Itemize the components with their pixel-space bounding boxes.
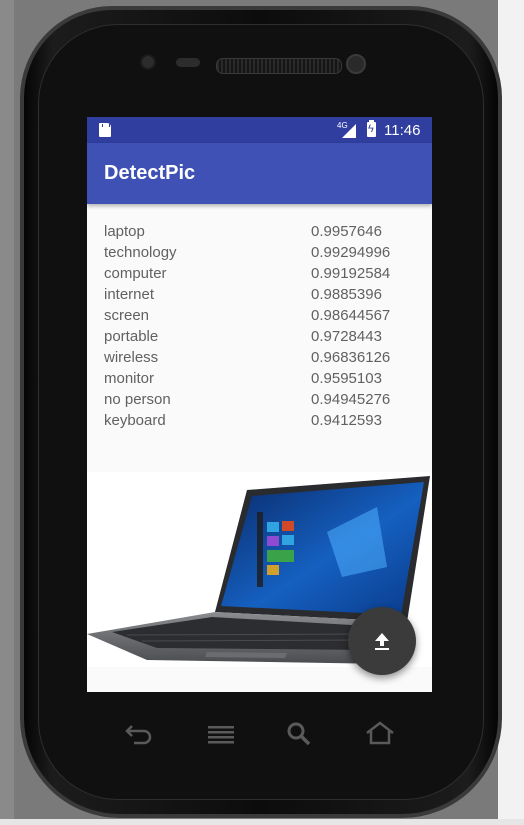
proximity-sensor: [142, 56, 154, 68]
result-label: monitor: [104, 370, 155, 387]
light-sensor: [176, 58, 200, 67]
result-row: wireless 0.96836126: [87, 347, 432, 368]
battery-charging-icon: [367, 120, 376, 137]
device-screen: 4G 11:46 DetectPic laptop 0.9957646 tech…: [87, 117, 432, 692]
home-icon[interactable]: [364, 720, 396, 746]
menu-icon[interactable]: [206, 720, 236, 746]
result-row: monitor 0.9595103: [87, 368, 432, 389]
result-label: technology: [104, 244, 177, 261]
background-bottom: [0, 819, 524, 825]
result-score: 0.94945276: [311, 391, 391, 408]
search-icon[interactable]: [286, 720, 314, 746]
result-label: keyboard: [104, 412, 166, 429]
result-score: 0.9728443: [311, 328, 382, 345]
result-row: keyboard 0.9412593: [87, 410, 432, 431]
result-score: 0.98644567: [311, 307, 391, 324]
result-score: 0.9957646: [311, 223, 382, 240]
earpiece-speaker: [216, 58, 342, 74]
result-row: computer 0.99192584: [87, 263, 432, 284]
result-row: internet 0.9885396: [87, 284, 432, 305]
upload-icon: [375, 633, 389, 650]
status-bar: 4G 11:46: [87, 117, 432, 143]
signal-icon: [342, 124, 356, 138]
result-label: internet: [104, 286, 155, 303]
result-score: 0.9412593: [311, 412, 382, 429]
result-row: laptop 0.9957646: [87, 221, 432, 242]
back-icon[interactable]: [124, 720, 154, 746]
result-row: portable 0.9728443: [87, 326, 432, 347]
clock: 11:46: [384, 122, 421, 139]
result-label: no person: [104, 391, 171, 408]
result-label: portable: [104, 328, 159, 345]
result-score: 0.9595103: [311, 370, 382, 387]
result-label: screen: [104, 307, 150, 324]
result-label: laptop: [104, 223, 145, 240]
background-left: [0, 0, 14, 825]
result-row: screen 0.98644567: [87, 305, 432, 326]
app-bar: DetectPic: [87, 143, 432, 204]
result-score: 0.96836126: [311, 349, 391, 366]
result-label: computer: [104, 265, 167, 282]
results-list: laptop 0.9957646 technology 0.99294996 c…: [87, 221, 432, 431]
result-score: 0.99192584: [311, 265, 391, 282]
result-row: technology 0.99294996: [87, 242, 432, 263]
result-score: 0.99294996: [311, 244, 391, 261]
result-row: no person 0.94945276: [87, 389, 432, 410]
upload-button[interactable]: [348, 607, 416, 675]
sd-card-icon: [99, 123, 111, 137]
app-title: DetectPic: [104, 162, 196, 184]
result-label: wireless: [104, 349, 159, 366]
result-score: 0.9885396: [311, 286, 382, 303]
front-camera: [346, 54, 366, 74]
